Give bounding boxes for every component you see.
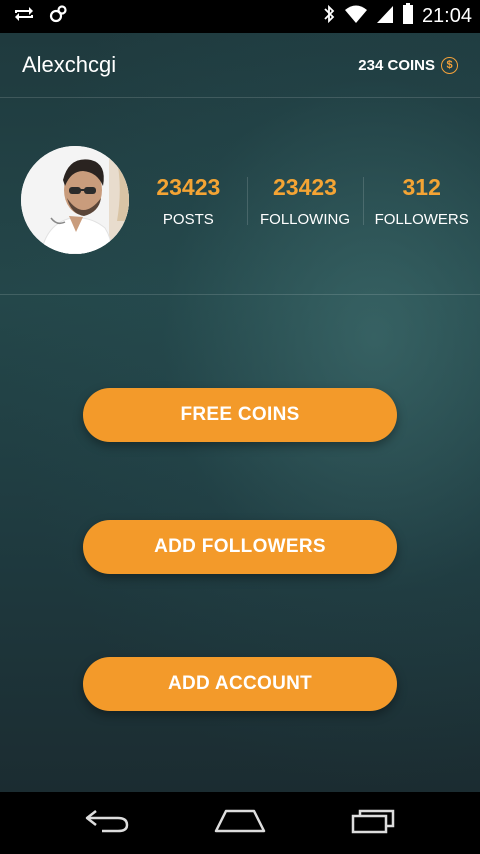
wifi-icon [344, 4, 368, 29]
battery-icon [402, 3, 414, 30]
posts-label: POSTS [162, 211, 214, 228]
back-button[interactable] [77, 803, 137, 843]
link-icon [48, 4, 68, 29]
stat-posts[interactable]: 23423 POSTS [130, 171, 247, 231]
sync-icon [12, 6, 36, 27]
recent-apps-button[interactable] [343, 803, 403, 843]
bluetooth-icon [322, 4, 336, 29]
status-bar-left [12, 4, 68, 29]
free-coins-button[interactable]: FREE COINS [83, 388, 397, 442]
signal-icon [376, 4, 394, 29]
followers-count: 312 [402, 174, 441, 200]
coin-icon: $ [441, 56, 458, 74]
header: Alexchcgi 234 COINS $ [0, 33, 480, 98]
home-button[interactable] [210, 803, 270, 843]
profile-stats: 23423 POSTS 23423 FOLLOWING 312 FOLLOWER… [130, 171, 480, 231]
profile-section: 23423 POSTS 23423 FOLLOWING 312 FOLLOWER… [0, 98, 480, 295]
coins-label: 234 COINS [358, 56, 435, 74]
posts-count: 23423 [156, 174, 221, 200]
navigation-bar [0, 792, 480, 854]
avatar[interactable] [21, 146, 129, 254]
coins-balance[interactable]: 234 COINS $ [358, 56, 458, 74]
home-icon [214, 808, 266, 839]
add-followers-button[interactable]: ADD FOLLOWERS [83, 520, 397, 574]
status-bar: 21:04 [0, 0, 480, 33]
status-time: 21:04 [421, 5, 472, 27]
following-count: 23423 [273, 174, 337, 200]
app-screen: Alexchcgi 234 COINS $ 23423 POSTS 23423 … [0, 33, 480, 792]
status-bar-right: 21:04 [322, 3, 472, 30]
following-label: FOLLOWING [260, 211, 351, 228]
stat-followers[interactable]: 312 FOLLOWERS [363, 171, 480, 231]
stat-following[interactable]: 23423 FOLLOWING [246, 171, 364, 231]
followers-label: FOLLOWERS [374, 211, 469, 228]
recent-apps-icon [350, 808, 396, 839]
username: Alexchcgi [22, 52, 117, 77]
add-account-button[interactable]: ADD ACCOUNT [83, 657, 397, 711]
back-icon [84, 808, 130, 839]
